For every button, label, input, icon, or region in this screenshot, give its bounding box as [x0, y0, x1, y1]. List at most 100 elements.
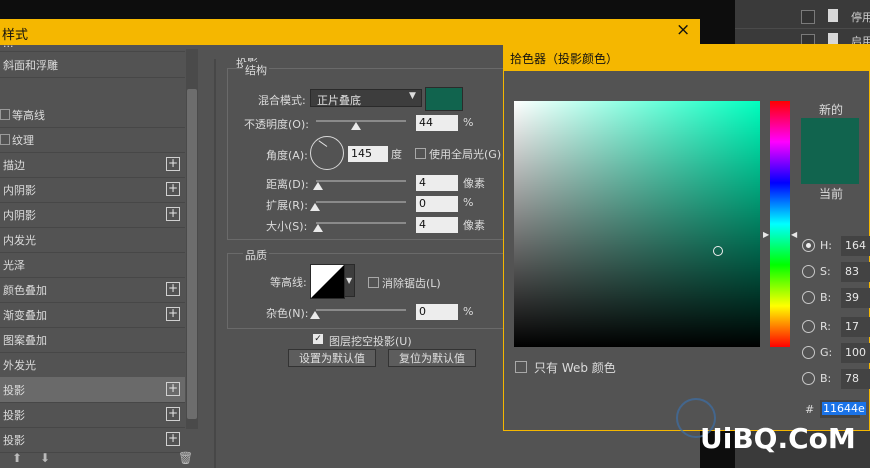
hsb-radio[interactable]	[802, 265, 815, 278]
contour-preview[interactable]	[310, 264, 345, 299]
noise-slider-track[interactable]	[316, 309, 406, 311]
rgb-radio[interactable]	[802, 320, 815, 333]
effects-list: ... 斜面和浮雕 等高线 纹理 描边 + 内阴影 + 内阴影 + 内发光 光泽 颜色叠加 + 渐变叠加…	[0, 37, 185, 468]
antialias-label: 消除锯齿(L)	[382, 277, 441, 290]
list-item[interactable]: 内阴影 +	[0, 177, 185, 203]
add-effect-icon[interactable]: +	[166, 382, 180, 396]
size-input[interactable]: 4	[416, 217, 458, 233]
hex-value: 11644e	[822, 402, 866, 415]
opacity-slider-thumb[interactable]	[350, 122, 361, 130]
contour-dropdown[interactable]: ▼	[344, 264, 355, 297]
list-item[interactable]: 图案叠加	[0, 327, 185, 353]
picker-titlebar[interactable]: 拾色器（投影颜色）	[504, 45, 869, 71]
add-effect-icon[interactable]: +	[166, 157, 180, 171]
list-item[interactable]: 光泽	[0, 252, 185, 278]
list-item[interactable]: 等高线	[0, 102, 185, 128]
distance-unit: 像素	[463, 177, 485, 190]
list-item[interactable]: 投影 +	[0, 377, 185, 403]
distance-input[interactable]: 4	[416, 175, 458, 191]
hue-slider[interactable]	[770, 101, 790, 347]
list-item[interactable]: 颜色叠加 +	[0, 277, 185, 303]
blend-mode-value: 正片叠底	[317, 94, 361, 107]
hex-label: #	[805, 403, 815, 416]
opacity-input[interactable]: 44	[416, 115, 458, 131]
list-item-label: 投影	[3, 409, 25, 422]
global-light-checkbox[interactable]	[415, 148, 426, 159]
set-default-button[interactable]: 设置为默认值	[288, 349, 376, 367]
current-color-label: 当前	[819, 187, 844, 201]
list-item[interactable]: 投影 +	[0, 427, 185, 453]
rgb-input[interactable]: 17	[841, 317, 870, 337]
list-item[interactable]: 内发光	[0, 227, 185, 253]
list-item-bevel[interactable]: 斜面和浮雕	[0, 52, 185, 78]
list-item[interactable]: 描边 +	[0, 152, 185, 178]
spread-slider-track[interactable]	[316, 201, 406, 203]
hsb-radio[interactable]	[802, 239, 815, 252]
size-slider-thumb[interactable]	[313, 224, 323, 232]
saturation-brightness-field[interactable]	[514, 101, 760, 347]
list-scrollbar[interactable]	[186, 49, 198, 429]
arrow-up-icon[interactable]: ⬆	[12, 451, 22, 465]
reset-default-button[interactable]: 复位为默认值	[388, 349, 476, 367]
rgb-radio[interactable]	[802, 372, 815, 385]
web-only-checkbox[interactable]	[515, 361, 527, 373]
blend-mode-select[interactable]: 正片叠底 ▼	[310, 89, 422, 107]
close-icon[interactable]: ×	[676, 20, 690, 40]
list-item[interactable]: 投影 +	[0, 402, 185, 428]
list-item-label: 等高线	[12, 109, 45, 122]
row-checkbox[interactable]	[801, 10, 815, 24]
hue-slider-right-arrow-icon[interactable]: ◀	[791, 230, 797, 239]
angle-dial[interactable]	[310, 136, 344, 170]
list-item[interactable]: 内阴影 +	[0, 202, 185, 228]
hsb-input[interactable]: 164	[841, 236, 870, 256]
angle-label: 角度(A):	[266, 149, 308, 162]
trash-icon[interactable]: 🗑	[178, 451, 193, 465]
list-item[interactable]: 外发光	[0, 352, 185, 378]
add-effect-icon[interactable]: +	[166, 307, 180, 321]
hsb-input[interactable]: 39	[841, 288, 870, 308]
knockout-checkbox[interactable]: ✓	[313, 334, 323, 344]
size-unit: 像素	[463, 219, 485, 232]
hsb-radio[interactable]	[802, 291, 815, 304]
rgb-input[interactable]: 100	[841, 343, 870, 363]
antialias-checkbox[interactable]	[368, 277, 379, 288]
watermark-text: UiBQ.CoM	[700, 422, 856, 455]
list-item[interactable]: 渐变叠加 +	[0, 302, 185, 328]
noise-slider-thumb[interactable]	[310, 311, 320, 319]
effect-checkbox[interactable]	[0, 109, 10, 120]
opacity-slider-track[interactable]	[316, 120, 406, 122]
add-effect-icon[interactable]: +	[166, 282, 180, 296]
arrow-down-icon[interactable]: ⬇	[40, 451, 50, 465]
angle-unit: 度	[391, 148, 402, 161]
noise-label: 杂色(N):	[266, 307, 309, 320]
rgb-radio[interactable]	[802, 346, 815, 359]
shadow-color-swatch[interactable]	[425, 87, 463, 111]
layers-row[interactable]: 停用	[735, 4, 870, 29]
add-effect-icon[interactable]: +	[166, 432, 180, 446]
angle-input[interactable]: 145	[348, 146, 388, 162]
rgb-label: R:	[820, 320, 832, 333]
scrollbar-thumb[interactable]	[187, 89, 197, 419]
add-effect-icon[interactable]: +	[166, 207, 180, 221]
distance-slider-track[interactable]	[316, 180, 406, 182]
spread-label: 扩展(R):	[266, 199, 308, 212]
list-item-label: 图案叠加	[3, 334, 47, 347]
chevron-down-icon: ▼	[409, 91, 416, 101]
list-item-label: 内阴影	[3, 209, 36, 222]
spread-slider-thumb[interactable]	[310, 203, 320, 211]
blend-mode-label: 混合模式:	[258, 94, 306, 107]
hex-input[interactable]: 11644e	[820, 400, 866, 418]
spread-input[interactable]: 0	[416, 196, 458, 212]
hsb-input[interactable]: 83	[841, 262, 870, 282]
list-item[interactable]: ...	[0, 37, 185, 52]
effect-checkbox[interactable]	[0, 134, 10, 145]
add-effect-icon[interactable]: +	[166, 182, 180, 196]
current-color-swatch[interactable]	[801, 151, 859, 184]
hue-slider-left-arrow-icon[interactable]: ▶	[763, 230, 769, 239]
noise-input[interactable]: 0	[416, 304, 458, 320]
add-effect-icon[interactable]: +	[166, 407, 180, 421]
distance-slider-thumb[interactable]	[313, 182, 323, 190]
rgb-input[interactable]: 78	[841, 369, 870, 389]
size-slider-track[interactable]	[316, 222, 406, 224]
list-item[interactable]: 纹理	[0, 127, 185, 153]
